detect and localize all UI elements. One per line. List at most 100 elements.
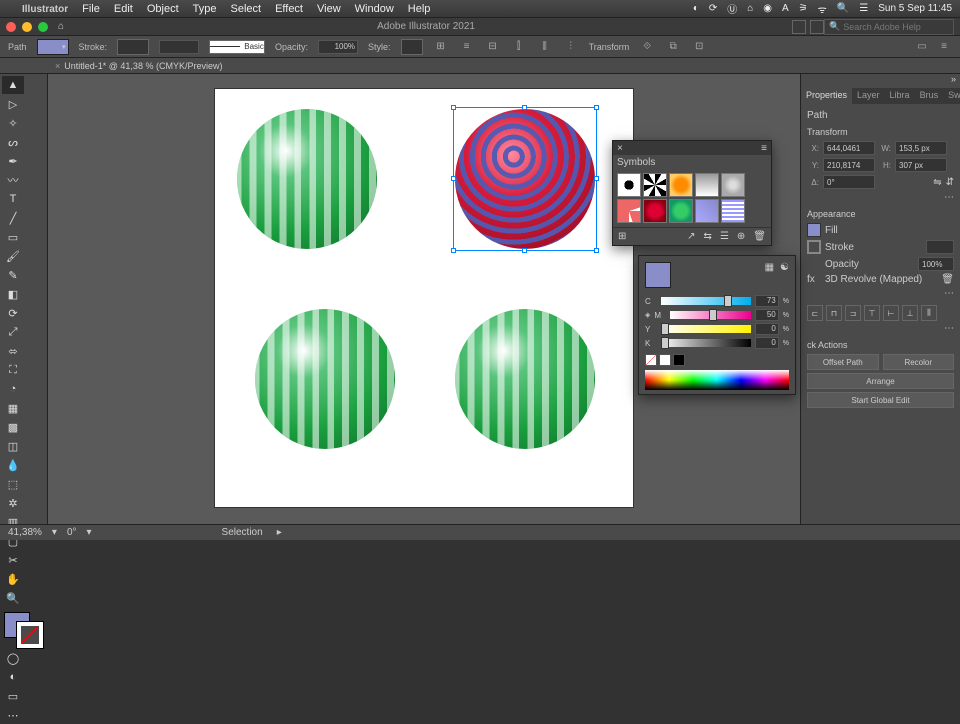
more-options-icon[interactable]: ⋯ — [944, 192, 954, 203]
line-tool[interactable]: ╱ — [2, 209, 24, 227]
align-icon[interactable]: ⫼ — [537, 39, 553, 55]
wifi-icon[interactable]: ⚞ — [799, 3, 808, 14]
rotate-tool[interactable]: ⟳ — [2, 304, 24, 322]
artwork-green-sphere[interactable] — [237, 109, 377, 249]
paintbrush-tool[interactable]: 🖌 — [2, 247, 24, 265]
gradient-tool[interactable]: ◫ — [2, 437, 24, 455]
slice-tool[interactable]: ✂ — [2, 551, 24, 569]
color-preview[interactable] — [645, 262, 671, 288]
y-input[interactable]: 210,8174 — [823, 158, 875, 172]
close-icon[interactable] — [6, 22, 16, 32]
shape-builder-tool[interactable]: ◔ — [2, 380, 24, 398]
flip-v-icon[interactable]: ⇵ — [946, 177, 954, 188]
align-right-icon[interactable]: ⊐ — [845, 305, 861, 321]
color-panel[interactable]: ▦ ☯ C73% ◈M50% Y0% K0% — [638, 255, 796, 395]
effect-name[interactable]: 3D Revolve (Mapped) — [825, 274, 922, 285]
symbol-swatch[interactable] — [669, 173, 693, 197]
break-link-icon[interactable]: ⇆ — [704, 231, 712, 242]
tab-properties[interactable]: Properties — [801, 88, 852, 104]
align-top-icon[interactable]: ⊤ — [864, 305, 880, 321]
window-controls[interactable] — [6, 22, 48, 32]
menu-effect[interactable]: Effect — [275, 3, 303, 15]
tab-brushes[interactable]: Brus — [915, 88, 944, 104]
maximize-icon[interactable] — [38, 22, 48, 32]
align-left-icon[interactable]: ⊏ — [807, 305, 823, 321]
stroke-weight[interactable] — [926, 240, 954, 254]
zoom-level[interactable]: 41,38% — [8, 527, 42, 538]
selection-tool[interactable]: ▲ — [2, 76, 24, 94]
delete-symbol-icon[interactable]: 🗑 — [753, 231, 766, 242]
align-icon[interactable]: ⫶ — [563, 39, 579, 55]
offset-path-button[interactable]: Offset Path — [807, 354, 879, 370]
tab-swatches[interactable]: Swat — [943, 88, 960, 104]
transform-link[interactable]: Transform — [589, 42, 630, 52]
align-icon[interactable]: ⊟ — [485, 39, 501, 55]
pen-tool[interactable]: ✒ — [2, 152, 24, 170]
artwork-green-sphere[interactable] — [255, 309, 395, 449]
symbols-panel[interactable]: ×≡ Symbols ⊞ ↗ ⇆ ☰ ⊕ 🗑 — [612, 140, 772, 246]
place-symbol-icon[interactable]: ↗ — [687, 231, 695, 242]
x-input[interactable]: 644,0461 — [823, 141, 875, 155]
symbol-swatch[interactable] — [695, 173, 719, 197]
shaper-tool[interactable]: ✎ — [2, 266, 24, 284]
more-options-icon[interactable]: ⋯ — [944, 288, 954, 299]
h-input[interactable]: 307 px — [895, 158, 947, 172]
color-mode-icon[interactable]: ☯ — [780, 262, 789, 273]
document-tab[interactable]: Untitled-1* @ 41,38 % (CMYK/Preview) — [64, 61, 222, 71]
close-tab-icon[interactable]: × — [55, 61, 60, 71]
magenta-slider[interactable] — [670, 311, 750, 319]
tab-layers[interactable]: Layer — [852, 88, 885, 104]
black-value[interactable]: 0 — [755, 337, 779, 349]
width-tool[interactable]: ⬄ — [2, 342, 24, 360]
menu-file[interactable]: File — [82, 3, 100, 15]
scale-tool[interactable]: ⤢ — [2, 323, 24, 341]
stroke-color[interactable] — [17, 622, 43, 648]
symbol-swatch[interactable] — [721, 173, 745, 197]
opacity-input[interactable]: 100% — [318, 40, 358, 54]
help-search[interactable]: Search Adobe Help — [824, 19, 954, 35]
menu-window[interactable]: Window — [355, 3, 394, 15]
rectangle-tool[interactable]: ▭ — [2, 228, 24, 246]
align-icon[interactable]: ⊞ — [433, 39, 449, 55]
color-spectrum[interactable] — [645, 370, 789, 390]
black-swatch[interactable] — [673, 354, 685, 366]
blend-tool[interactable]: ⬚ — [2, 475, 24, 493]
edit-toolbar[interactable]: ⋯ — [2, 706, 24, 724]
menu-view[interactable]: View — [317, 3, 341, 15]
isolate-icon[interactable]: ⟐ — [639, 39, 655, 55]
symbols-tab[interactable]: Symbols — [617, 157, 655, 168]
style-dropdown[interactable] — [401, 39, 423, 55]
magic-wand-tool[interactable]: ✧ — [2, 114, 24, 132]
artboard[interactable] — [214, 88, 634, 508]
isolate-icon[interactable]: ⊡ — [691, 39, 707, 55]
menu-help[interactable]: Help — [408, 3, 431, 15]
rotate-view[interactable]: 0° — [67, 527, 77, 538]
titlebar-button[interactable] — [792, 20, 806, 34]
menu-object[interactable]: Object — [147, 3, 179, 15]
white-swatch[interactable] — [659, 354, 671, 366]
draw-mode-behind[interactable]: ◐ — [2, 668, 24, 686]
stroke-swatch[interactable] — [807, 240, 821, 254]
stroke-weight-input[interactable] — [159, 40, 199, 54]
selection-bounds[interactable] — [453, 107, 597, 251]
panel-toggle-icon[interactable]: ▭ — [914, 39, 930, 55]
mesh-tool[interactable]: ▩ — [2, 418, 24, 436]
stroke-swatch-dropdown[interactable] — [117, 39, 149, 55]
fill-stroke-indicator[interactable] — [2, 612, 45, 648]
symbol-swatch[interactable] — [617, 199, 641, 223]
global-color-icon[interactable]: ◈ — [645, 311, 650, 319]
yellow-slider[interactable] — [661, 325, 751, 333]
lasso-tool[interactable]: ᔕ — [2, 133, 24, 151]
symbol-swatch[interactable] — [643, 173, 667, 197]
tab-libraries[interactable]: Libra — [885, 88, 915, 104]
zoom-tool[interactable]: 🔍 — [2, 589, 24, 607]
menu-type[interactable]: Type — [193, 3, 217, 15]
symbol-swatch[interactable] — [643, 199, 667, 223]
global-edit-button[interactable]: Start Global Edit — [807, 392, 954, 408]
align-center-h-icon[interactable]: ⊓ — [826, 305, 842, 321]
w-input[interactable]: 153,5 px — [895, 141, 947, 155]
align-bottom-icon[interactable]: ⊥ — [902, 305, 918, 321]
titlebar-button[interactable] — [810, 20, 824, 34]
search-icon[interactable]: 🔍 — [837, 3, 849, 14]
app-name[interactable]: Illustrator — [22, 3, 68, 15]
